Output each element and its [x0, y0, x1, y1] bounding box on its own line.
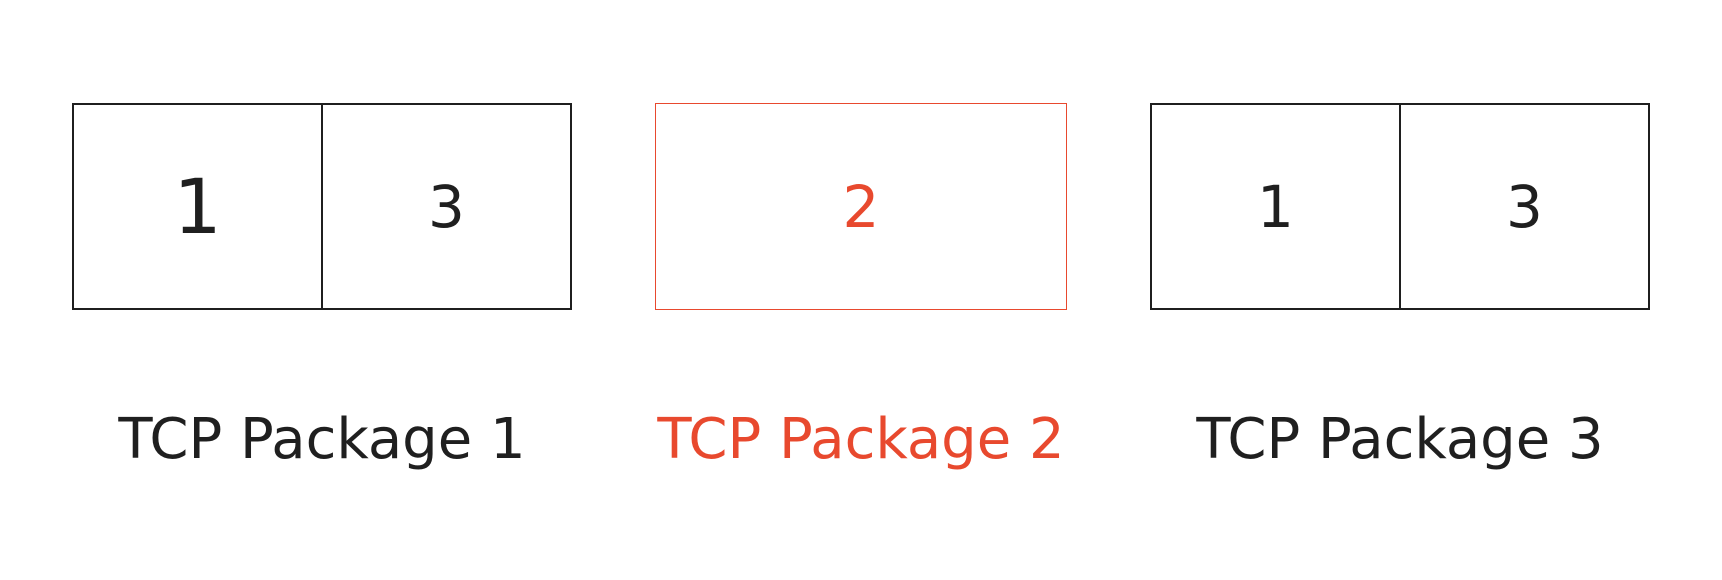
segment-cell: 1: [1152, 105, 1399, 308]
tcp-package-3-box: 1 3: [1150, 103, 1650, 310]
segment-number: 3: [1506, 172, 1543, 241]
segment-cell: 1: [74, 105, 321, 308]
segment-number: 1: [1257, 172, 1294, 241]
segment-cell: 2: [656, 104, 1066, 309]
tcp-package-2-box: 2: [655, 103, 1067, 310]
tcp-package-2-label: TCP Package 2: [657, 407, 1065, 472]
tcp-package-1-label: TCP Package 1: [118, 407, 526, 472]
segment-number: 3: [428, 172, 465, 241]
segment-cell: 3: [1399, 105, 1648, 308]
segment-cell: 3: [321, 105, 570, 308]
tcp-package-1-box: 1 3: [72, 103, 572, 310]
segment-number: 1: [173, 161, 222, 251]
tcp-package-3-label: TCP Package 3: [1196, 407, 1604, 472]
segment-number: 2: [842, 172, 880, 241]
